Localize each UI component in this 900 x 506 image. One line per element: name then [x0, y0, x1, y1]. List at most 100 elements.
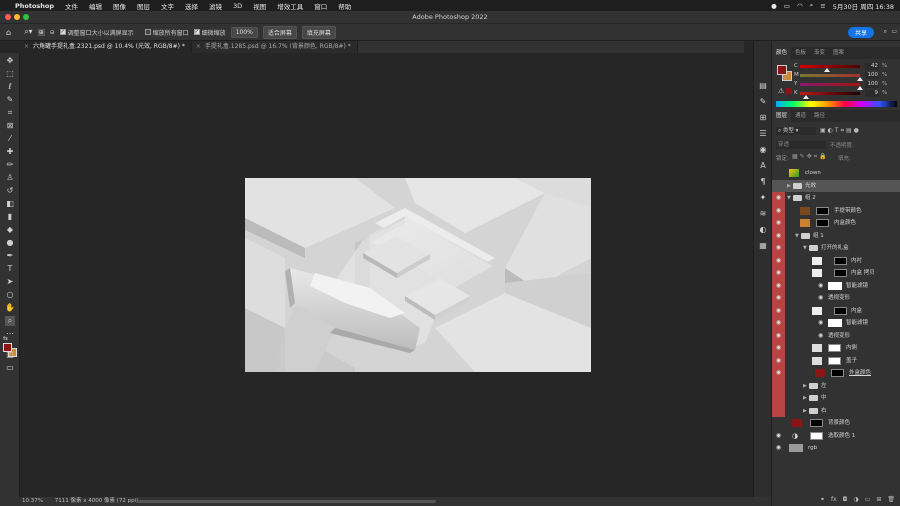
- menu-filter[interactable]: 滤镜: [209, 1, 222, 11]
- layer-mask-thumbnail[interactable]: [810, 419, 823, 427]
- layer-row[interactable]: 背景颜色: [772, 417, 900, 430]
- visibility-toggle[interactable]: ◉: [772, 254, 785, 267]
- history-icon[interactable]: ▤: [758, 81, 768, 91]
- menu-type[interactable]: 文字: [161, 1, 174, 11]
- eye-icon[interactable]: ◉: [818, 282, 823, 289]
- properties-icon[interactable]: ☰: [758, 129, 768, 139]
- y-slider[interactable]: [800, 83, 860, 86]
- c-thumb[interactable]: [824, 68, 830, 72]
- blend-mode-select[interactable]: 穿透: [776, 141, 826, 149]
- menu-plugins[interactable]: 增效工具: [277, 1, 303, 11]
- layer-row[interactable]: ◉ 内盒颜色: [772, 217, 900, 230]
- layer-row[interactable]: ◉ 盖子: [772, 354, 900, 367]
- home-icon[interactable]: ⌂: [6, 28, 11, 37]
- layer-row[interactable]: ◉ ◉ 智能滤镜: [772, 279, 900, 292]
- close-window-button[interactable]: [5, 14, 11, 20]
- horizontal-scrollbar[interactable]: [136, 500, 436, 503]
- layer-row[interactable]: ◉ ◉ 智能滤镜: [772, 317, 900, 330]
- visibility-toggle[interactable]: ◉: [772, 192, 785, 205]
- styles-icon[interactable]: ▦: [758, 241, 768, 251]
- resize-windows-checkbox[interactable]: ✓ 调整窗口大小以满屏显示: [59, 28, 134, 37]
- color-spectrum-ramp[interactable]: [776, 101, 897, 107]
- eyedropper-tool-icon[interactable]: ⁄: [5, 134, 15, 144]
- menu-3d[interactable]: 3D: [233, 2, 242, 10]
- visibility-toggle[interactable]: ◉: [772, 204, 785, 217]
- swap-colors-icon[interactable]: ⇆: [3, 335, 8, 342]
- brush-tool-icon[interactable]: ✏: [5, 160, 15, 170]
- expand-arrow-icon[interactable]: ▶: [803, 380, 807, 393]
- minimize-window-button[interactable]: [14, 14, 20, 20]
- swatches-icon[interactable]: ◐: [758, 225, 768, 235]
- adjustments-icon[interactable]: ⊞: [758, 113, 768, 123]
- channels-icon[interactable]: ≋: [758, 209, 768, 219]
- menu-file[interactable]: 文件: [65, 1, 78, 11]
- document-canvas[interactable]: [245, 178, 591, 372]
- zoom-in-icon[interactable]: ⊕: [37, 28, 45, 36]
- layer-row[interactable]: ▶ 中: [772, 392, 900, 405]
- zoom-window-button[interactable]: [23, 14, 29, 20]
- brush-settings-icon[interactable]: ✎: [758, 97, 768, 107]
- c-value[interactable]: 42: [865, 63, 879, 70]
- menu-select[interactable]: 选择: [185, 1, 198, 11]
- layer-row[interactable]: ◉ 内盒: [772, 304, 900, 317]
- layer-row[interactable]: ◉ 外盒颜色: [772, 367, 900, 380]
- fill-screen-button[interactable]: 填充屏幕: [301, 25, 336, 39]
- search-icon[interactable]: ⌕: [884, 28, 887, 36]
- visibility-toggle[interactable]: ◉: [772, 242, 785, 255]
- layer-mask-thumbnail[interactable]: [834, 306, 847, 315]
- document-tab-active[interactable]: × 六角罐手提礼盒.2321.psd @ 10.4% (光效, RGB/8#) *: [20, 41, 192, 53]
- menu-clock[interactable]: 5月30日 周四 16:38: [833, 1, 894, 11]
- glyph-icon[interactable]: ✦: [758, 193, 768, 203]
- status-zoom[interactable]: 10.37%: [22, 498, 43, 504]
- color-foreground-swatch[interactable]: [777, 65, 787, 75]
- eye-icon[interactable]: ◉: [818, 294, 823, 301]
- layer-mask-thumbnail[interactable]: [834, 269, 847, 277]
- healing-tool-icon[interactable]: ✚: [5, 147, 15, 157]
- layer-row[interactable]: ◉ 内侧: [772, 342, 900, 355]
- zoom-100-button[interactable]: 100%: [230, 26, 258, 38]
- dodge-tool-icon[interactable]: ●: [5, 238, 15, 248]
- link-layers-icon[interactable]: ⚭: [820, 496, 825, 506]
- layer-mask-thumbnail[interactable]: [828, 344, 841, 352]
- screen-mode-icon[interactable]: ▭: [5, 363, 15, 373]
- layer-row[interactable]: ◉ ◑ 选取颜色 1: [772, 430, 900, 443]
- visibility-toggle[interactable]: ◉: [772, 229, 785, 242]
- menu-image[interactable]: 图像: [113, 1, 126, 11]
- layer-mask-thumbnail[interactable]: [816, 219, 829, 227]
- fit-screen-button[interactable]: 适合屏幕: [262, 25, 297, 39]
- menu-window[interactable]: 窗口: [314, 1, 327, 11]
- adjustment-icon[interactable]: ◑: [853, 496, 858, 506]
- battery-icon[interactable]: ▭: [784, 2, 790, 10]
- hand-tool-icon[interactable]: ✋: [5, 303, 15, 313]
- visibility-toggle[interactable]: ◉: [772, 267, 785, 280]
- search-icon[interactable]: ⌕: [810, 1, 814, 10]
- close-tab-icon[interactable]: ×: [24, 43, 29, 50]
- blur-tool-icon[interactable]: ◆: [5, 225, 15, 235]
- menu-edit[interactable]: 编辑: [89, 1, 102, 11]
- lock-icons[interactable]: ▦✎✥⌗🔒: [792, 153, 829, 161]
- layer-row[interactable]: ◉ rgb: [772, 442, 900, 455]
- layer-row[interactable]: ◉ ◉ 透视变形: [772, 329, 900, 342]
- layer-row[interactable]: ◉ ◉ 透视变形: [772, 292, 900, 305]
- visibility-toggle[interactable]: ◉: [772, 329, 785, 342]
- menu-view[interactable]: 视图: [253, 1, 266, 11]
- libraries-icon[interactable]: ◉: [758, 145, 768, 155]
- expand-arrow-icon[interactable]: ▶: [803, 405, 807, 418]
- tab-color[interactable]: 颜色: [772, 47, 792, 59]
- y-thumb[interactable]: [857, 86, 863, 90]
- collapse-arrow-icon[interactable]: ▼: [795, 230, 799, 243]
- move-tool-icon[interactable]: ✥: [5, 56, 15, 66]
- path-select-icon[interactable]: ➤: [5, 277, 15, 287]
- wifi-icon[interactable]: ◠: [797, 2, 803, 10]
- c-slider[interactable]: [800, 65, 860, 68]
- lasso-tool-icon[interactable]: ℓ: [5, 82, 15, 92]
- visibility-toggle[interactable]: [772, 379, 785, 392]
- visibility-toggle[interactable]: ◉: [772, 430, 785, 443]
- visibility-toggle[interactable]: ◉: [772, 342, 785, 355]
- share-button[interactable]: 共享: [847, 27, 874, 38]
- gamut-color-swatch[interactable]: [786, 88, 792, 94]
- k-value[interactable]: 9: [865, 90, 879, 97]
- add-mask-icon[interactable]: ◘: [843, 496, 848, 506]
- layer-mask-thumbnail[interactable]: [828, 356, 841, 365]
- visibility-toggle[interactable]: [772, 180, 785, 193]
